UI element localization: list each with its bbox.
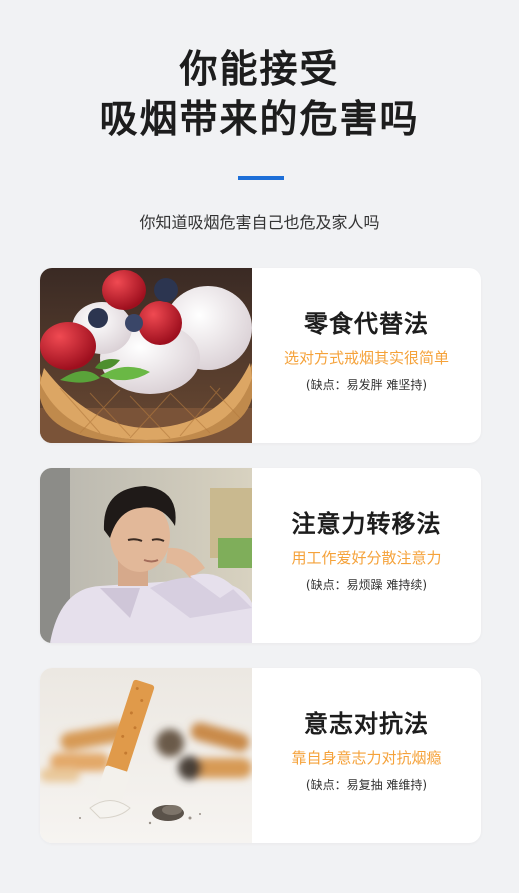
method-drawback: (缺点：易复抽 难维持) <box>305 778 428 792</box>
page-title: 你能接受 吸烟带来的危害吗 <box>0 44 519 144</box>
method-title: 注意力转移法 <box>291 510 442 538</box>
ice-cream-image <box>40 268 252 443</box>
title-line-1: 你能接受 <box>179 47 340 91</box>
method-description: 用工作爱好分散注意力 <box>291 549 442 567</box>
method-card-snack: 零食代替法 选对方式戒烟其实很简单 (缺点：易发胖 难坚持) <box>40 268 481 443</box>
title-divider <box>238 176 284 180</box>
method-title: 零食代替法 <box>304 310 429 338</box>
method-card-distraction: 注意力转移法 用工作爱好分散注意力 (缺点：易烦躁 难持续) <box>40 468 481 643</box>
method-title: 意志对抗法 <box>304 710 429 738</box>
method-drawback: (缺点：易发胖 难坚持) <box>305 378 428 392</box>
method-card-willpower: 意志对抗法 靠自身意志力对抗烟瘾 (缺点：易复抽 难维持) <box>40 668 481 843</box>
cigarette-butt-image <box>40 668 252 843</box>
title-line-2: 吸烟带来的危害吗 <box>99 97 420 141</box>
page-subtitle: 你知道吸烟危害自己也危及家人吗 <box>139 213 380 232</box>
method-description: 选对方式戒烟其实很简单 <box>283 349 449 367</box>
method-drawback: (缺点：易烦躁 难持续) <box>305 578 428 592</box>
method-description: 靠自身意志力对抗烟瘾 <box>291 749 442 767</box>
tired-man-image <box>40 468 252 643</box>
